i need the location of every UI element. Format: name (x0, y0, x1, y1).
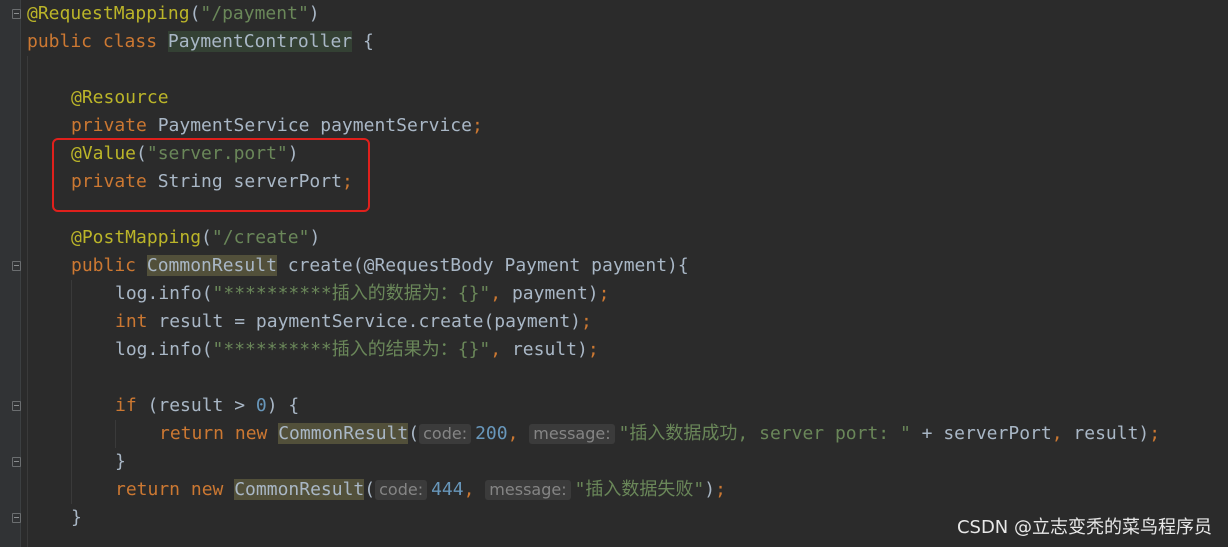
code-text: ) { (266, 395, 300, 416)
code-text: log.info( (115, 283, 213, 304)
string-literal: "/payment" (200, 3, 309, 24)
string-literal: "插入数据成功, server port: " (618, 423, 911, 444)
number-literal: 200 (475, 423, 508, 444)
code-text: create(@RequestBody Payment payment){ (276, 255, 689, 276)
paren: ( (408, 423, 420, 444)
semicolon: ; (1149, 423, 1161, 444)
fold-marker-icon[interactable] (12, 457, 21, 467)
indent-guide (115, 420, 116, 448)
keyword: int (115, 311, 159, 332)
string-literal: "插入数据失败" (574, 479, 705, 500)
fold-marker-icon[interactable] (12, 261, 21, 271)
keyword: return new (159, 423, 279, 444)
fold-marker-icon[interactable] (12, 513, 21, 523)
string-literal: "**********插入的数据为：{}" (212, 283, 491, 304)
code-editor[interactable]: @RequestMapping("/payment") public class… (27, 0, 1228, 547)
class-name: CommonResult (278, 423, 409, 444)
code-line: public CommonResult create(@RequestBody … (71, 252, 689, 280)
number-literal: 444 (431, 479, 464, 500)
annotation: @RequestMapping (27, 3, 190, 24)
keyword: public class (27, 31, 168, 52)
class-name: CommonResult (146, 255, 277, 276)
code-line: if (result > 0) { (115, 392, 299, 420)
semicolon: ; (715, 479, 726, 500)
fold-marker-icon[interactable] (12, 9, 21, 19)
paren: ) (309, 227, 321, 248)
paren: ( (201, 227, 212, 248)
comma: , (507, 423, 519, 444)
indent-guide (71, 280, 72, 504)
annotation: @PostMapping (71, 227, 202, 248)
parameter-hint: message: (529, 424, 615, 444)
string-literal: "/create" (211, 227, 310, 248)
closing-brace: } (71, 507, 82, 528)
number-literal: 0 (255, 395, 267, 416)
keyword: return new (115, 479, 235, 500)
code-text: + serverPort (910, 423, 1052, 444)
code-line: @RequestMapping("/payment") (27, 0, 320, 28)
annotation: @Resource (71, 87, 169, 108)
keyword: public (71, 255, 147, 276)
fold-marker-icon[interactable] (12, 401, 21, 411)
code-line: log.info("**********插入的结果为：{}", result); (115, 336, 599, 364)
comma: , (490, 339, 502, 360)
code-text: (result > (147, 395, 256, 416)
code-text: result) (501, 339, 588, 360)
class-name: PaymentController (167, 31, 353, 52)
code-line: } (115, 448, 126, 476)
closing-brace: } (115, 451, 126, 472)
code-line: int result = paymentService.create(payme… (115, 308, 592, 336)
paren: ) (308, 3, 320, 24)
parameter-hint: code: (375, 480, 428, 500)
semicolon: ; (598, 283, 610, 304)
code-text: payment) (501, 283, 599, 304)
paren: ) (704, 479, 716, 500)
parameter-hint: message: (485, 480, 571, 500)
code-line: @PostMapping("/create") (71, 224, 320, 252)
parameter-hint: code: (419, 424, 472, 444)
paren: ( (364, 479, 376, 500)
code-line: public class PaymentController { (27, 28, 374, 56)
code-line: return new CommonResult(code: 444, messag… (115, 476, 726, 504)
paren: ( (189, 3, 201, 24)
indent-guide (27, 56, 28, 547)
semicolon: ; (587, 339, 599, 360)
code-line: log.info("**********插入的数据为：{}", payment)… (115, 280, 610, 308)
code-line: return new CommonResult(code: 200, messag… (159, 420, 1160, 448)
keyword: if (115, 395, 148, 416)
watermark: CSDN @立志变秃的菜鸟程序员 (956, 517, 1212, 538)
code-text: result) (1062, 423, 1150, 444)
comma: , (463, 479, 475, 500)
code-line: @Resource (71, 84, 169, 112)
code-text: PaymentService paymentService (157, 115, 472, 136)
comma: , (1051, 423, 1063, 444)
keyword: private (71, 115, 158, 136)
semicolon: ; (471, 115, 483, 136)
code-text: result = paymentService.create(payment) (158, 311, 581, 332)
code-text: { (352, 31, 374, 52)
string-literal: "**********插入的结果为：{}" (212, 339, 491, 360)
semicolon: ; (581, 311, 592, 332)
code-text: log.info( (115, 339, 213, 360)
comma: , (490, 283, 502, 304)
highlight-box (52, 138, 370, 212)
code-line: private PaymentService paymentService; (71, 112, 483, 140)
class-name: CommonResult (234, 479, 365, 500)
code-line: } (71, 504, 82, 532)
